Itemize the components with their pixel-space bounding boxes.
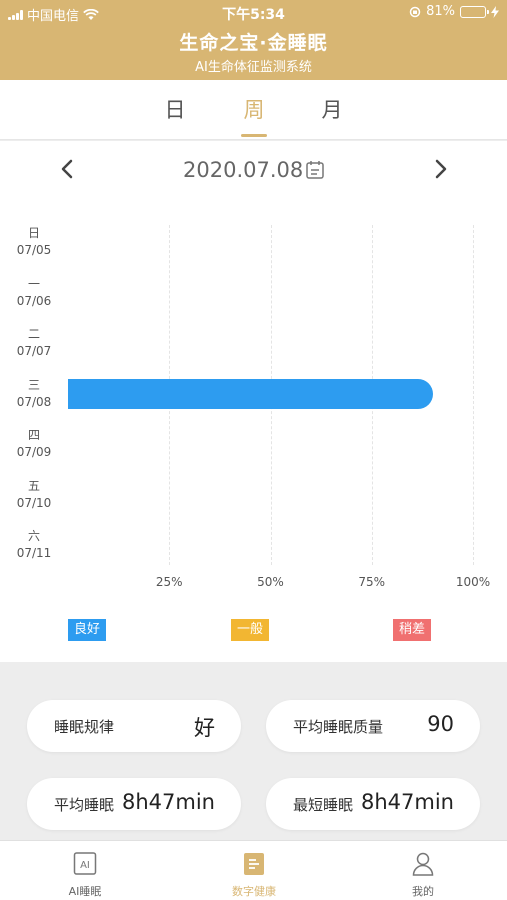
- legend-poor: 稍差: [393, 619, 432, 641]
- stat-label: 睡眠规律: [54, 718, 115, 736]
- chart-bar: [68, 378, 433, 409]
- stat-label: 平均睡眠: [54, 796, 115, 814]
- bottom-nav: AI AI睡眠 数字健康 我的: [0, 840, 507, 900]
- x-tick-label: 75%: [358, 575, 386, 589]
- tab-month[interactable]: 月: [312, 94, 352, 124]
- nav-item-digital-health[interactable]: 数字健康: [204, 841, 304, 900]
- gridline: [473, 225, 474, 565]
- stat-card-avg-sleep: 平均睡眠 8h47min: [27, 778, 241, 830]
- stats-panel: 睡眠规律 好 平均睡眠质量 90 平均睡眠 8h47min 最短睡眠 8h47m…: [0, 662, 507, 840]
- x-tick-label: 50%: [257, 575, 284, 589]
- tab-week[interactable]: 周: [234, 94, 274, 124]
- nav-item-profile[interactable]: 我的: [373, 841, 473, 900]
- user-icon: [412, 852, 434, 876]
- document-icon: [244, 853, 264, 875]
- tab-day[interactable]: 日: [155, 94, 195, 124]
- stat-value: 8h47min: [122, 790, 215, 814]
- charging-icon: [491, 5, 499, 18]
- legend-fair: 一般: [231, 619, 270, 641]
- battery-icon: [460, 5, 489, 18]
- current-date: 2020.07.08: [183, 158, 304, 182]
- period-tabs: 日 周 月: [0, 80, 507, 140]
- active-tab-indicator: [241, 134, 267, 137]
- y-tick-label: 四 07/09: [16, 428, 52, 459]
- stat-label: 平均睡眠质量: [293, 718, 384, 736]
- nav-item-ai-sleep[interactable]: AI AI睡眠: [35, 841, 135, 900]
- y-tick-label: 日 07/05: [16, 226, 52, 257]
- x-tick-label: 25%: [155, 575, 183, 589]
- nav-label: 我的: [412, 885, 434, 898]
- legend-good: 良好: [68, 619, 107, 641]
- y-tick-label: 三 07/08: [16, 377, 52, 409]
- chevron-left-icon[interactable]: [56, 157, 80, 181]
- orientation-lock-icon: [409, 6, 421, 17]
- battery-percent: 81%: [426, 4, 455, 19]
- stat-card-min-sleep: 最短睡眠 8h47min: [266, 778, 480, 830]
- app-header: 中国电信 下午5:34 81% 生命之宝·金睡眠 AI生命体征监测系统: [0, 0, 507, 80]
- nav-label: 数字健康: [232, 885, 276, 898]
- svg-text:AI: AI: [80, 860, 90, 871]
- app-subtitle: AI生命体征监测系统: [195, 60, 312, 75]
- stat-value: 好: [194, 716, 215, 740]
- nav-label: AI睡眠: [68, 885, 102, 898]
- stat-value: 90: [427, 712, 454, 736]
- weekly-report: 2020.07.08 25% 50% 75% 100% 日 07/05 一 07/06 二 07/…: [0, 141, 507, 662]
- date-navigator: 2020.07.08: [0, 141, 507, 201]
- stat-card-avg-quality: 平均睡眠质量 90: [266, 700, 480, 752]
- stat-card-regularity: 睡眠规律 好: [27, 700, 241, 752]
- y-tick-label: 五 07/10: [16, 478, 52, 510]
- x-tick-label: 100%: [455, 575, 491, 589]
- stat-value: 8h47min: [361, 790, 454, 814]
- status-right: 81%: [409, 4, 499, 19]
- y-tick-label: 六 07/11: [16, 529, 52, 560]
- stat-label: 最短睡眠: [293, 796, 354, 814]
- y-tick-label: 一 07/06: [16, 276, 52, 308]
- ai-icon: AI: [73, 852, 97, 875]
- status-bar: 中国电信 下午5:34 81%: [0, 0, 507, 26]
- y-tick-label: 二 07/07: [16, 327, 52, 358]
- app-title: 生命之宝·金睡眠: [179, 32, 328, 54]
- calendar-icon[interactable]: [305, 160, 325, 180]
- chevron-right-icon[interactable]: [428, 157, 452, 181]
